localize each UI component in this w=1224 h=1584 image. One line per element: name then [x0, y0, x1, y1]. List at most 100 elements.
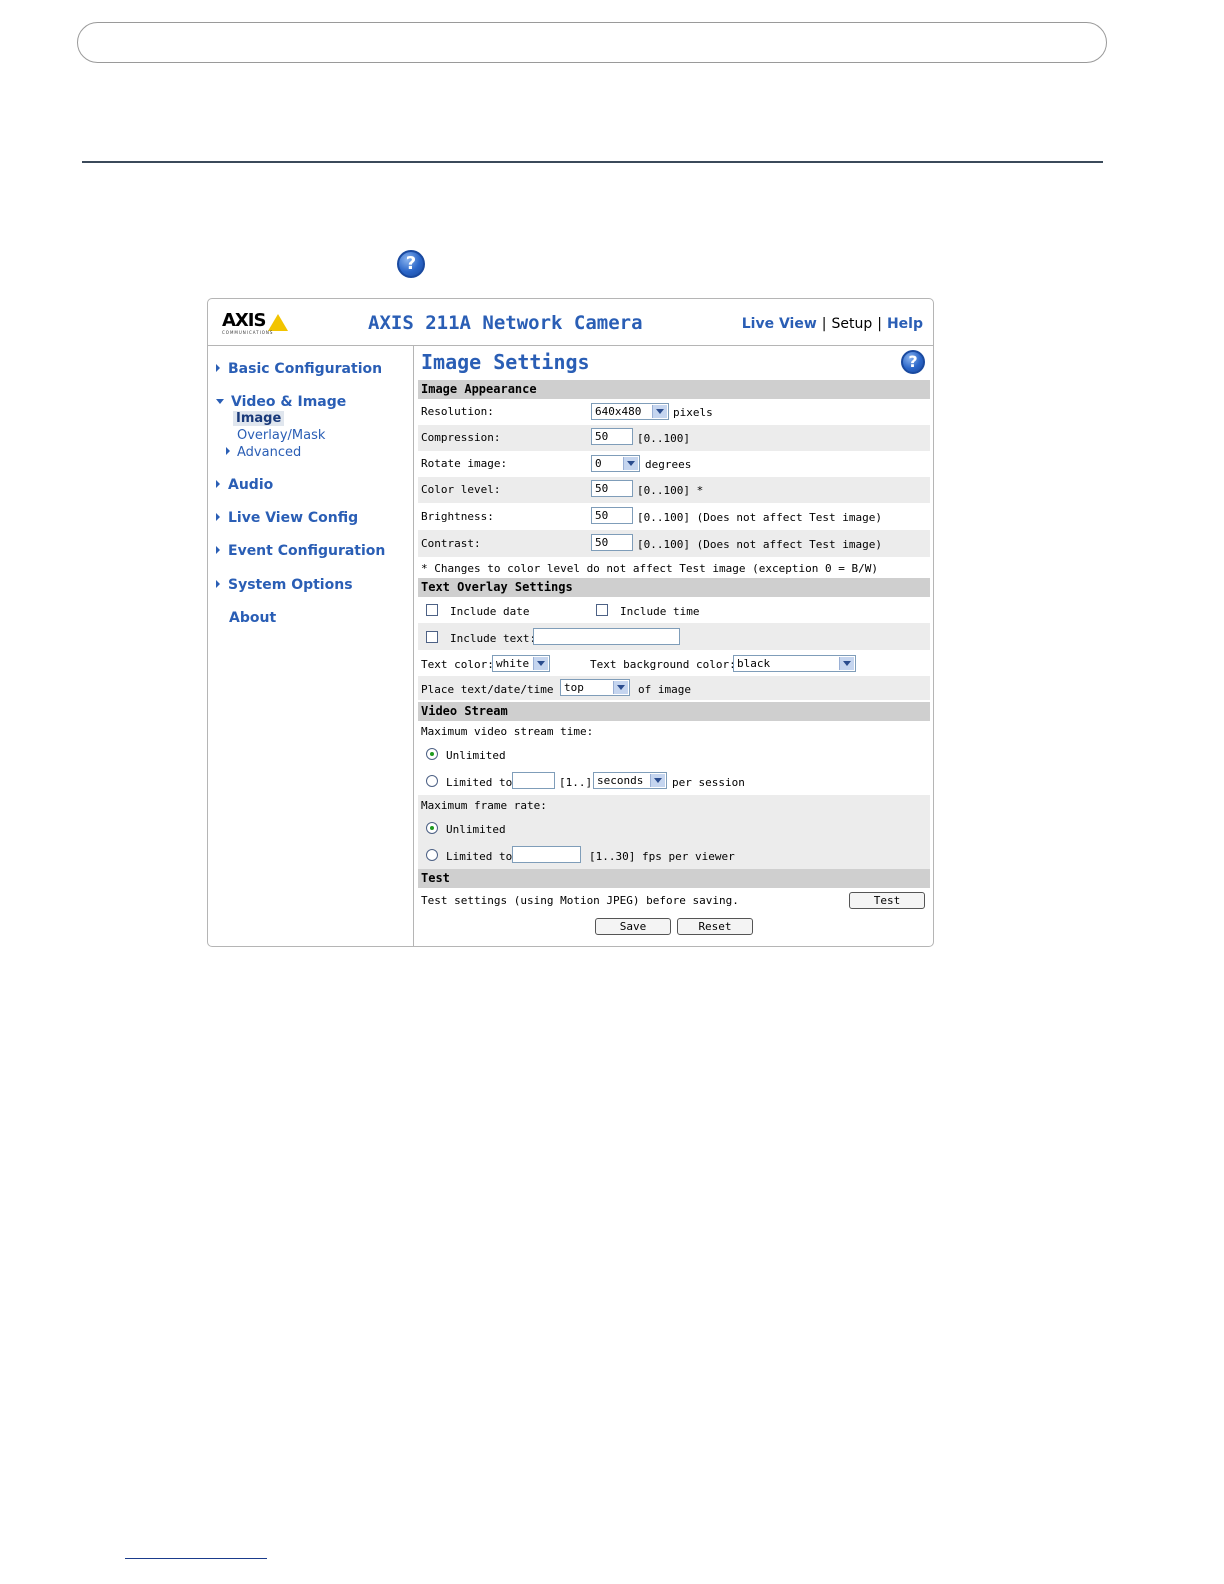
link-separator: | [877, 316, 882, 332]
resolution-select[interactable]: 640x480 [591, 403, 669, 420]
contrast-range: [0..100] (Does not affect Test image) [637, 538, 883, 551]
limited-fps-radio[interactable] [426, 849, 438, 861]
brightness-input[interactable]: 50 [591, 507, 633, 524]
nav-system-options[interactable]: System Options [216, 577, 353, 593]
section-divider [82, 161, 1103, 163]
unlimited-time-label: Unlimited [446, 749, 506, 762]
limited-time-label: Limited to [446, 776, 513, 789]
time-unit-select[interactable]: seconds [593, 772, 667, 789]
bg-color-select[interactable]: black [733, 655, 856, 672]
include-date-label: Include date [450, 605, 530, 618]
sidebar: Basic Configuration Video & Image Image … [208, 346, 414, 946]
unlimited-fps-label: Unlimited [446, 823, 506, 836]
nav-advanced[interactable]: Advanced [226, 445, 301, 460]
limited-time-input[interactable] [512, 772, 555, 789]
unlimited-time-radio[interactable] [426, 748, 438, 760]
nav-event-configuration[interactable]: Event Configuration [216, 543, 385, 559]
select-value: black [737, 657, 771, 670]
include-time-label: Include time [620, 605, 700, 618]
row-include-text: Include text: [418, 623, 930, 650]
nav-label: Event Configuration [228, 543, 386, 559]
brightness-range: [0..100] (Does not affect Test image) [637, 511, 883, 524]
limited-time-range: [1..] [559, 776, 593, 789]
group-max-frame-rate: Maximum frame rate: Unlimited Limited to… [418, 795, 930, 869]
text-color-select[interactable]: white [492, 655, 550, 672]
select-value: seconds [597, 774, 644, 787]
place-select[interactable]: top [560, 679, 630, 696]
select-value: 0 [595, 457, 602, 470]
section-video-stream: Video Stream [418, 702, 930, 721]
test-button[interactable]: Test [849, 892, 925, 909]
resolution-label: Resolution: [421, 405, 494, 418]
nav-label: Basic Configuration [228, 361, 383, 377]
bg-color-label: Text background color: [590, 658, 736, 671]
color-level-input[interactable]: 50 [591, 480, 633, 497]
page-title: Image Settings [421, 350, 590, 374]
row-test: Test settings (using Motion JPEG) before… [418, 888, 930, 912]
unlimited-fps-radio[interactable] [426, 822, 438, 834]
nav-label: Advanced [237, 445, 302, 460]
compression-range: [0..100] [637, 432, 690, 445]
nav-label: Live View Config [228, 510, 359, 526]
caret-right-icon [226, 447, 230, 455]
max-frame-label: Maximum frame rate: [421, 799, 547, 812]
row-include-date-time: Include date Include time [418, 597, 930, 623]
color-level-label: Color level: [421, 483, 501, 496]
setup-link[interactable]: Setup [831, 316, 872, 332]
limited-time-radio[interactable] [426, 775, 438, 787]
row-place-text: Place text/date/time at top of image [418, 676, 930, 700]
chevron-down-icon [839, 657, 854, 670]
chevron-down-icon [652, 405, 667, 418]
section-test: Test [418, 869, 930, 888]
logo-triangle-icon [268, 314, 288, 331]
help-icon[interactable]: ? [901, 350, 925, 374]
caret-right-icon [216, 364, 220, 372]
live-view-link[interactable]: Live View [742, 316, 817, 332]
include-text-checkbox[interactable] [426, 631, 438, 643]
select-value: 640x480 [595, 405, 642, 418]
nav-live-view-config[interactable]: Live View Config [216, 510, 358, 526]
group-max-stream-time: Maximum video stream time: Unlimited Lim… [418, 721, 930, 795]
document-help-icon: ? [397, 250, 425, 278]
nav-label: Audio [228, 477, 274, 493]
include-date-checkbox[interactable] [426, 604, 438, 616]
chevron-down-icon [623, 457, 638, 470]
contrast-input[interactable]: 50 [591, 534, 633, 551]
include-time-checkbox[interactable] [596, 604, 608, 616]
nav-image[interactable]: Image [233, 411, 285, 426]
row-resolution: Resolution: 640x480 pixels [418, 399, 930, 425]
caret-right-icon [216, 580, 220, 588]
rotate-select[interactable]: 0 [591, 455, 640, 472]
nav-basic-configuration[interactable]: Basic Configuration [216, 361, 382, 377]
color-level-range: [0..100] * [637, 484, 704, 497]
place-suffix: of image [638, 683, 691, 696]
row-brightness: Brightness: 50 [0..100] (Does not affect… [418, 503, 930, 530]
help-link[interactable]: Help [887, 316, 923, 332]
chevron-down-icon [650, 774, 665, 787]
axis-logo: AXIS COMMUNICATIONS [222, 310, 292, 335]
section-image-appearance: Image Appearance [418, 380, 930, 399]
row-rotate: Rotate image: 0 degrees [418, 451, 930, 477]
caret-down-icon [216, 399, 224, 404]
limited-fps-input[interactable] [512, 846, 581, 863]
test-description: Test settings (using Motion JPEG) before… [421, 894, 739, 907]
camera-header: AXIS COMMUNICATIONS AXIS 211A Network Ca… [208, 299, 933, 346]
fps-range: [1..30] fps per viewer [589, 850, 735, 863]
row-text-colors: Text color: white Text background color:… [418, 650, 930, 676]
nav-video-image[interactable]: Video & Image [216, 394, 346, 410]
include-text-input[interactable] [533, 628, 680, 645]
text-color-label: Text color: [421, 658, 494, 671]
row-footnote: * Changes to color level do not affect T… [418, 557, 930, 579]
nav-audio[interactable]: Audio [216, 477, 273, 493]
settings-main: Image Settings ? Image Appearance Resolu… [418, 346, 930, 944]
nav-about[interactable]: About [229, 610, 276, 626]
compression-input[interactable]: 50 [591, 428, 633, 445]
caret-right-icon [216, 513, 220, 521]
select-value: top [564, 681, 584, 694]
save-button[interactable]: Save [595, 918, 671, 935]
per-session-label: per session [672, 776, 745, 789]
camera-setup-window: AXIS COMMUNICATIONS AXIS 211A Network Ca… [207, 298, 934, 947]
nav-overlay-mask[interactable]: Overlay/Mask [237, 428, 325, 443]
reset-button[interactable]: Reset [677, 918, 753, 935]
compression-label: Compression: [421, 431, 501, 444]
